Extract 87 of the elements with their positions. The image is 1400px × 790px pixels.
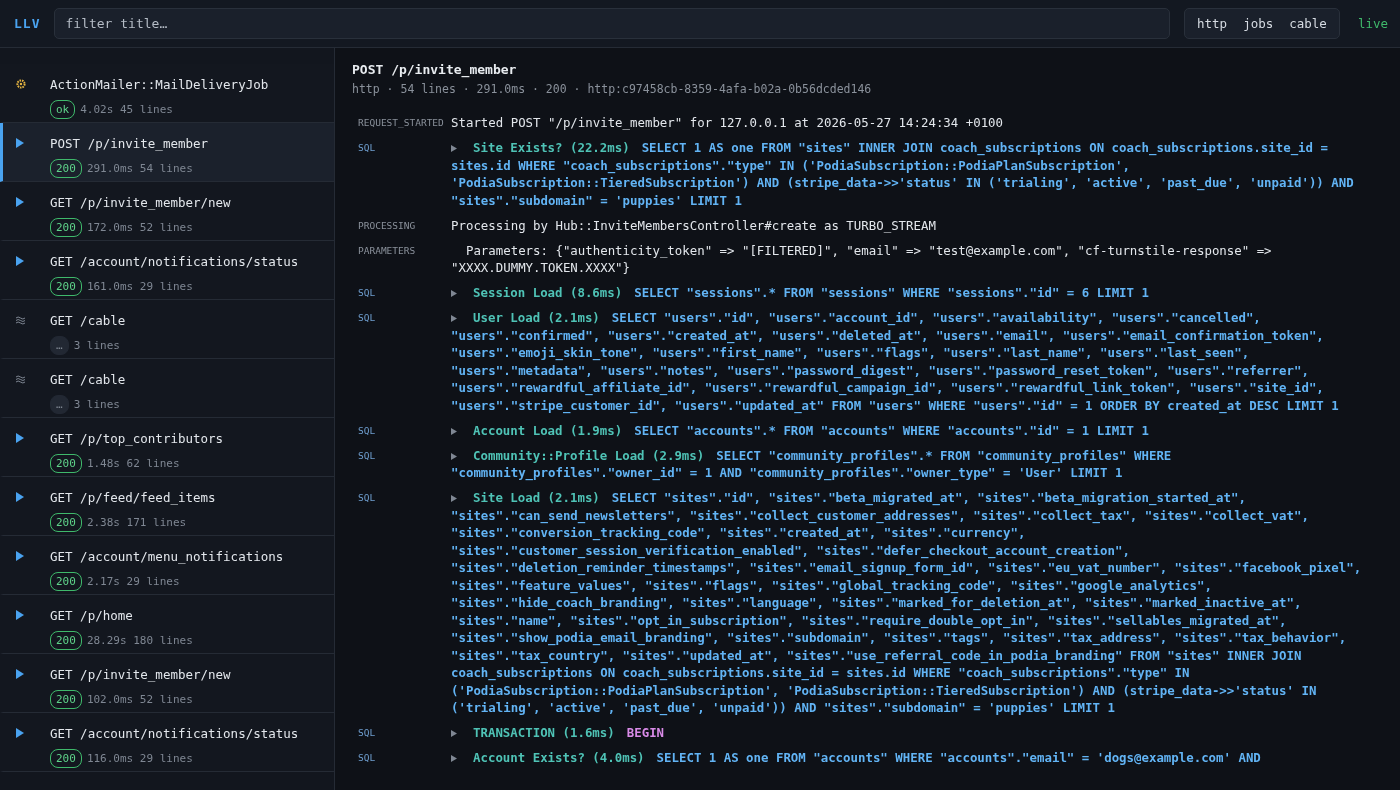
- sql-log-line[interactable]: Account Load (1.9ms) SELECT "accounts".* FROM "accounts" WHERE "accounts"."id" = 1 LIMIT 1: [451, 421, 1380, 439]
- log-tag: SQL: [358, 749, 451, 767]
- status-badge: 200: [50, 453, 82, 473]
- request-meta: 4.02s 45 lines: [80, 102, 173, 116]
- play-icon: [16, 256, 24, 266]
- type-filter-button[interactable]: cable: [1281, 16, 1335, 31]
- sql-log-line[interactable]: Site Load (2.1ms) SELECT "sites"."id", "sites"."beta_migrated_at", "sites"."beta_migration_started_at", "sites"."can_send_newsletters", "sites"."collect_customer_addresses", "sites"."collect_tax", "sites"."collect_vat", "sites"."conversion_tracking_code", "sites"."created_at", "sites"."currency", "sites"."customer_session_verification_enabled", "sites"."defer_checkout_account_creation", "sites"."deletion_reminder_timestamps", "sites"."email_signup_form_id", "sites"."eu_vat_number", "sites"."facebook_pixel", "sites"."feature_values", "sites"."flags", "sites"."global_tracking_code", "sites"."google_analytics", "sites"."hide_coach_branding", "sites"."language", "sites"."marked_for_deletion_at", "sites"."marked_inactive_at", "sites"."name", "sites"."opt_in_subscription", "sites"."require_double_opt_in", "sites"."sellables_migrated_at", "sites"."show_podia_email_branding", "sites"."subdomain", "sites"."tags", "sites"."tax_address", "sites"."tax_behavior", "sites"."tax_country", "sites"."updated_at", "sites"."use_referral_code_in_podia_branding" FROM "sites" INNER JOIN coach_subscriptions ON coach_subscriptions.site_id = sites.id WHERE "coach_subscriptions"."type" IN ('PodiaSubscription::PodiaPlanSubscription', 'PodiaSubscription::TieredSubscription') AND (stripe_data->>'status' IN ('trialing', 'active', 'past_due', 'unpaid')) AND "sites"."subdomain" = 'puppies' LIMIT 1: [451, 489, 1380, 717]
- waves-icon: [16, 315, 25, 325]
- live-indicator: live: [1356, 16, 1388, 31]
- expand-icon[interactable]: [451, 315, 457, 322]
- log-tag: SQL: [358, 421, 451, 439]
- log-tag: SQL: [358, 284, 451, 302]
- sql-log-line[interactable]: TRANSACTION (1.6ms) BEGIN: [451, 724, 1380, 742]
- request-summary: http · 54 lines · 291.0ms · 200 · http:c97458cb-8359-4afa-b02a-0b56dcded146: [352, 82, 873, 96]
- request-list-item[interactable]: POST /p/invite_member 200 291.0ms 54 lines: [0, 123, 334, 182]
- log-tag: REQUEST_STARTED: [358, 114, 451, 132]
- expand-icon[interactable]: [451, 145, 457, 152]
- request-meta: 102.0ms 52 lines: [86, 692, 193, 706]
- request-title: GET /account/notifications/status: [50, 725, 300, 741]
- log-tag: SQL: [358, 446, 451, 482]
- expand-icon[interactable]: [451, 730, 457, 737]
- expand-icon[interactable]: [451, 755, 457, 762]
- request-meta: 3 lines: [73, 397, 120, 411]
- log-tag: SQL: [358, 139, 451, 209]
- request-title: GET /p/invite_member/new: [50, 194, 232, 210]
- log-line: Parameters: {"authenticity_token" => "[FILTERED]", "email" => "test@example.com", "cf-turnstile-response" => "XXXX.DUMMY.TOKEN.XXXX"}: [451, 241, 1273, 277]
- request-title: GET /account/menu_notifications: [50, 548, 285, 564]
- sql-log-line[interactable]: User Load (2.1ms) SELECT "users"."id", "users"."account_id", "users"."availability", "users"."cancelled", "users"."confirmed", "users"."created_at", "users"."deleted_at", "users"."email", "users"."email_confirmation_token", "users"."emoji_skin_tone", "users"."first_name", "users"."flags", "users"."last_name", "users"."last_seen", "users"."metadata", "users"."notes", "users"."password_digest", "users"."password_reset_token", "users"."referrer", "users"."rewardful_affiliate_id", "users"."rewardful_campaign_id", "users"."rewardful_link_token", "users"."site_id", "users"."stripe_customer_id", "users"."updated_at" FROM "users" WHERE "users"."id" = 1 ORDER BY created_at DESC LIMIT 1: [451, 309, 1380, 414]
- request-title: ActionMailer::MailDeliveryJob: [50, 76, 270, 92]
- log-tag: SQL: [358, 724, 451, 742]
- app-logo: LLV: [14, 16, 41, 31]
- status-badge: 200: [50, 748, 82, 768]
- play-icon: [16, 551, 24, 561]
- request-heading: POST /p/invite_member: [352, 62, 518, 77]
- request-title: GET /p/invite_member/new: [50, 666, 232, 682]
- log-tag: SQL: [358, 309, 451, 414]
- status-badge: 200: [50, 158, 82, 178]
- gear-icon: [16, 79, 26, 89]
- type-filter-button[interactable]: jobs: [1235, 16, 1282, 31]
- play-icon: [16, 197, 24, 207]
- expand-icon[interactable]: [451, 452, 457, 460]
- sql-log-line[interactable]: Session Load (8.6ms) SELECT "sessions".* FROM "sessions" WHERE "sessions"."id" = 6 LIMIT 1: [451, 284, 1380, 302]
- play-icon: [16, 728, 24, 738]
- request-meta: 116.0ms 29 lines: [86, 751, 193, 765]
- type-filter-button[interactable]: http: [1189, 16, 1236, 31]
- status-badge: …: [50, 394, 69, 414]
- status-badge: …: [50, 335, 69, 355]
- sql-log-line[interactable]: Site Exists? (22.2ms) SELECT 1 AS one FROM "sites" INNER JOIN coach_subscriptions ON coach_subscriptions.site_id = sites.id WHERE "coach_subscriptions"."type" IN ('PodiaSubscription::PodiaPlanSubscription', 'PodiaSubscription::TieredSubscription') AND (stripe_data->>'status' IN ('trialing', 'active', 'past_due', 'unpaid')) AND "sites"."subdomain" = 'puppies' LIMIT 1: [451, 139, 1380, 209]
- sql-log-line[interactable]: Account Exists? (4.0ms) SELECT 1 AS one FROM "accounts" WHERE "accounts"."email" = 'dogs@example.com' AND: [451, 749, 1380, 767]
- request-title: GET /p/home: [50, 607, 134, 623]
- log-line: Started POST "/p/invite_member" for 127.0.0.1 at 2026-05-27 14:24:34 +0100: [451, 114, 1005, 132]
- expand-icon[interactable]: [451, 495, 457, 502]
- status-badge: 200: [50, 571, 82, 591]
- expand-icon[interactable]: [451, 290, 457, 297]
- request-meta: 2.17s 29 lines: [86, 574, 180, 588]
- expand-icon[interactable]: [451, 427, 457, 435]
- play-icon: [16, 138, 24, 148]
- request-title: GET /p/feed/feed_items: [50, 489, 217, 505]
- play-icon: [16, 433, 24, 443]
- status-badge: 200: [50, 276, 82, 296]
- log-tag: PROCESSING: [358, 216, 451, 234]
- status-badge: 200: [50, 217, 82, 237]
- play-icon: [16, 610, 24, 620]
- log-line: Processing by Hub::InviteMembersController#create as TURBO_STREAM: [451, 216, 937, 234]
- filter-field[interactable]: filter title…: [54, 8, 1171, 39]
- status-badge: 200: [50, 630, 82, 650]
- request-meta: 1.48s 62 lines: [86, 456, 180, 470]
- request-title: GET /account/notifications/status: [50, 253, 300, 269]
- log-tag: PARAMETERS: [358, 241, 451, 277]
- sql-log-line[interactable]: Community::Profile Load (2.9ms) SELECT "community_profiles".* FROM "community_profiles" WHERE "community_profiles"."owner_id" = 1 AND "community_profiles"."owner_type" = 'User' LIMIT 1: [451, 446, 1380, 482]
- request-meta: 2.38s 171 lines: [86, 515, 187, 529]
- status-badge: 200: [50, 512, 82, 532]
- waves-icon: [16, 374, 25, 384]
- request-title: GET /cable: [50, 371, 127, 387]
- status-badge: 200: [50, 689, 82, 709]
- log-tag: SQL: [358, 489, 451, 717]
- status-badge: ok: [50, 99, 76, 119]
- request-meta: 161.0ms 29 lines: [86, 279, 193, 293]
- request-title: POST /p/invite_member: [50, 135, 210, 151]
- play-icon: [16, 492, 24, 502]
- request-meta: 172.0ms 52 lines: [86, 220, 193, 234]
- request-meta: 291.0ms 54 lines: [86, 161, 193, 175]
- request-meta: 3 lines: [73, 338, 120, 352]
- play-icon: [16, 669, 24, 679]
- request-title: GET /cable: [50, 312, 127, 328]
- request-title: GET /p/top_contributors: [50, 430, 225, 446]
- request-meta: 28.29s 180 lines: [86, 633, 193, 647]
